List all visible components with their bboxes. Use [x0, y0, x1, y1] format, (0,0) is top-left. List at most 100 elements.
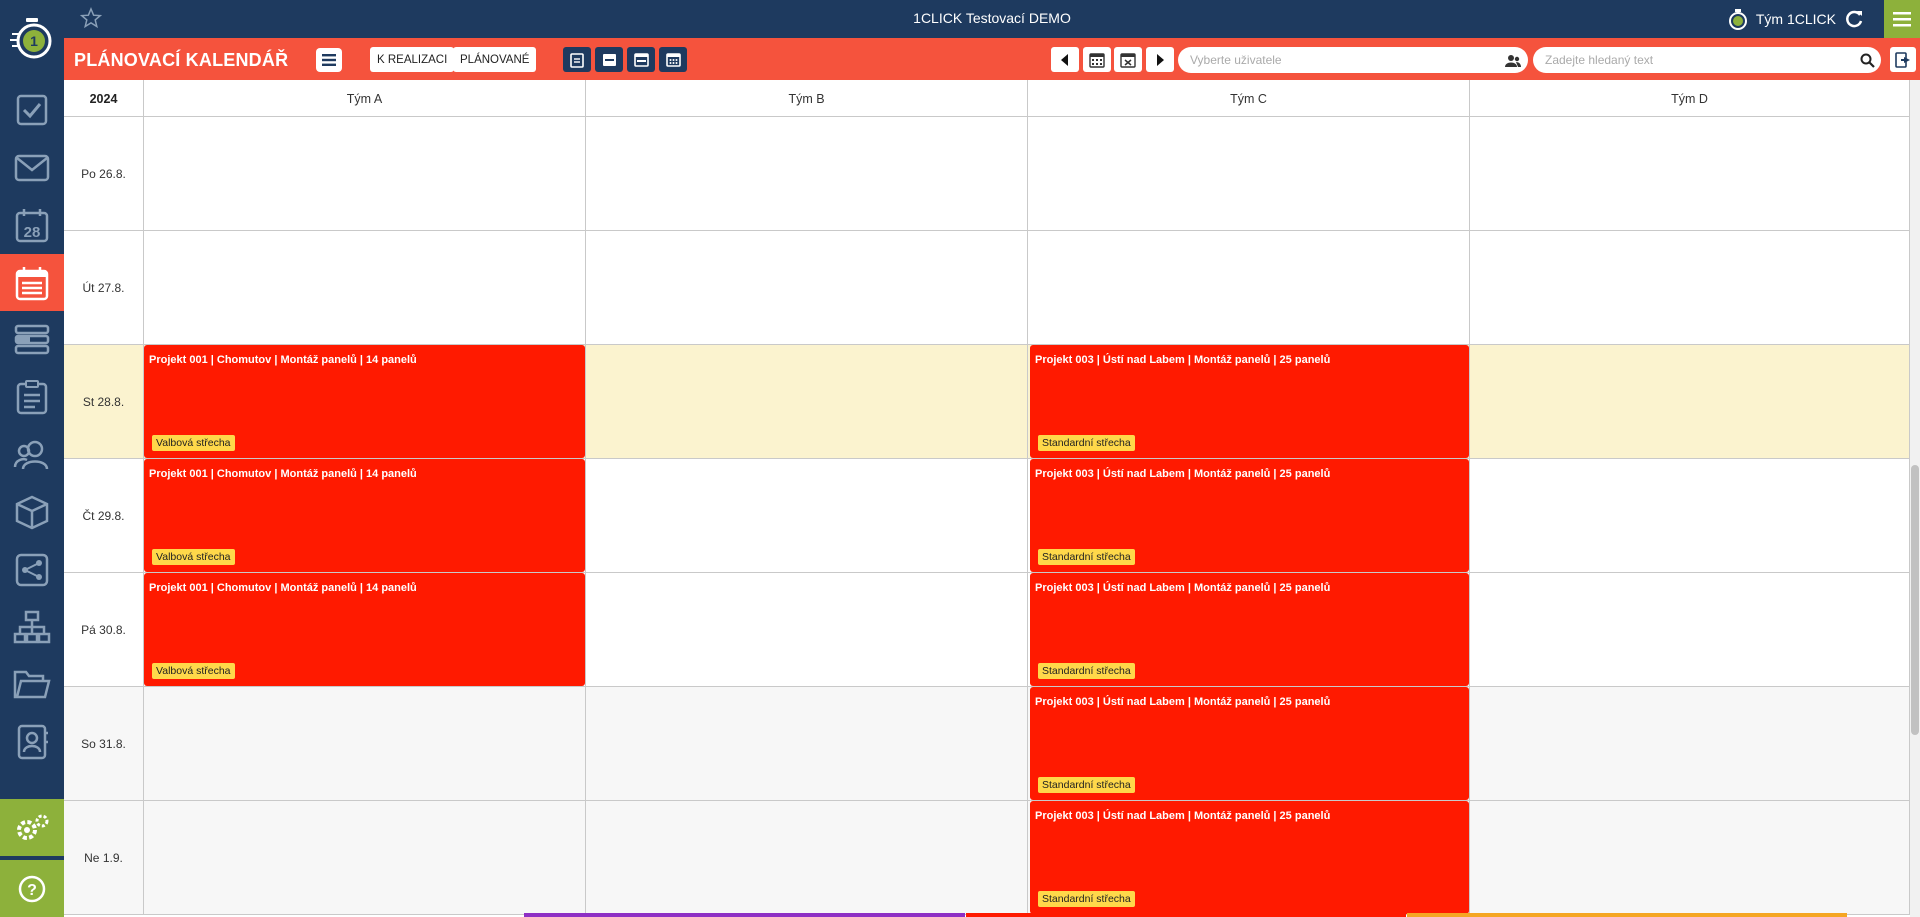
team-name: Tým 1CLICK: [1755, 11, 1836, 27]
previous-button[interactable]: [1051, 47, 1079, 72]
calendar-row: Čt 29.8. Projekt 001 | Chomutov | Montáž…: [64, 459, 1910, 573]
sidebar-item-contacts[interactable]: [0, 713, 64, 770]
event-title: Projekt 001 | Chomutov | Montáž panelů |…: [149, 354, 417, 366]
event-card[interactable]: Projekt 001 | Chomutov | Montáž panelů |…: [144, 345, 585, 458]
calendar-slot[interactable]: [1470, 459, 1910, 572]
calendar-slot[interactable]: [586, 459, 1028, 572]
view-day-button[interactable]: [595, 47, 623, 72]
planning-calendar-grid: 2024 Tým A Tým B Tým C Tým D Po 26.8. Út…: [64, 80, 1910, 917]
users-icon: [13, 440, 49, 469]
calendar-month-icon: [665, 53, 681, 67]
event-card[interactable]: Projekt 003 | Ústí nad Labem | Montáž pa…: [1030, 459, 1469, 572]
view-list-button[interactable]: [563, 47, 591, 72]
calendar-28-icon: 28: [15, 208, 49, 242]
sidebar-settings[interactable]: [0, 799, 64, 856]
calendar-slot[interactable]: [144, 801, 586, 914]
column-header-team-d: Tým D: [1470, 80, 1910, 117]
next-row-event-edge: [966, 913, 1406, 917]
calendar-slot[interactable]: [586, 687, 1028, 800]
event-card[interactable]: Projekt 003 | Ústí nad Labem | Montáž pa…: [1030, 573, 1469, 686]
calendar-header-row: 2024 Tým A Tým B Tým C Tým D: [64, 80, 1910, 117]
day-label: Pá 30.8.: [64, 573, 144, 686]
event-card[interactable]: Projekt 003 | Ústí nad Labem | Montáž pa…: [1030, 345, 1469, 458]
calendar-day-icon: [602, 54, 616, 66]
workflow-icon: [15, 553, 49, 586]
sidebar-item-users[interactable]: [0, 426, 64, 483]
event-tag: Standardní střecha: [1038, 891, 1135, 907]
day-label: So 31.8.: [64, 687, 144, 800]
event-tag: Standardní střecha: [1038, 435, 1135, 451]
vertical-scrollbar[interactable]: [1910, 80, 1920, 917]
planned-button[interactable]: PLÁNOVANÉ: [453, 47, 537, 72]
sidebar-item-mail[interactable]: [0, 139, 64, 196]
user-select-input[interactable]: [1178, 47, 1528, 73]
date-picker-button[interactable]: [1114, 47, 1142, 72]
event-card[interactable]: Projekt 001 | Chomutov | Montáž panelů |…: [144, 459, 585, 572]
team-selector[interactable]: Tým 1CLICK: [1728, 8, 1864, 30]
sidebar-item-products[interactable]: [0, 483, 64, 540]
search-icon[interactable]: [1860, 53, 1875, 73]
calendar-slot[interactable]: [144, 117, 586, 230]
folder-icon: [13, 670, 51, 698]
settings-gears-icon: [17, 814, 49, 840]
export-button[interactable]: [1890, 47, 1916, 72]
svg-text:28: 28: [24, 224, 41, 241]
event-card[interactable]: Projekt 001 | Chomutov | Montáž panelů |…: [144, 573, 585, 686]
sidebar: 1 28 ?: [0, 0, 64, 917]
sidebar-item-lists[interactable]: [0, 311, 64, 368]
calendar-slot[interactable]: [1470, 573, 1910, 686]
calendar-slot[interactable]: [586, 117, 1028, 230]
calendar-slot[interactable]: [144, 687, 586, 800]
app-logo[interactable]: 1: [0, 0, 64, 76]
event-title: Projekt 003 | Ústí nad Labem | Montáž pa…: [1035, 354, 1331, 366]
sidebar-item-calendar[interactable]: 28: [0, 196, 64, 253]
calendar-slot[interactable]: [586, 573, 1028, 686]
sidebar-item-workflow[interactable]: [0, 541, 64, 598]
main-menu-button[interactable]: [1884, 0, 1920, 38]
event-tag: Standardní střecha: [1038, 663, 1135, 679]
users-select-icon[interactable]: [1505, 54, 1521, 72]
event-title: Projekt 003 | Ústí nad Labem | Montáž pa…: [1035, 582, 1331, 594]
sidebar-item-tasks[interactable]: [0, 81, 64, 138]
calendar-slot[interactable]: [144, 231, 586, 344]
planning-calendar-icon: [15, 266, 49, 300]
calendar-row-weekend: Ne 1.9. Projekt 003 | Ústí nad Labem | M…: [64, 801, 1910, 915]
view-week-button[interactable]: [627, 47, 655, 72]
calendar-slot[interactable]: [1470, 345, 1910, 458]
sidebar-help[interactable]: ?: [0, 860, 64, 917]
calendar-slot[interactable]: [586, 801, 1028, 914]
calendar-grid-icon: [1089, 52, 1105, 68]
calendar-slot[interactable]: [586, 345, 1028, 458]
calendar-slot[interactable]: [1028, 231, 1470, 344]
year-label: 2024: [64, 80, 144, 117]
sidebar-item-structure[interactable]: [0, 598, 64, 655]
search-input[interactable]: [1533, 47, 1881, 73]
calendar-slot[interactable]: [1028, 117, 1470, 230]
help-icon: ?: [18, 875, 46, 902]
checkbox-icon: [16, 94, 48, 125]
calendar-slot[interactable]: [586, 231, 1028, 344]
calendar-slot[interactable]: [1470, 117, 1910, 230]
calendar-slot[interactable]: [1470, 801, 1910, 914]
sidebar-item-documents[interactable]: [0, 656, 64, 713]
to-realize-button[interactable]: K REALIZACI: [370, 47, 455, 72]
stopwatch-logo-icon: 1: [10, 18, 52, 59]
hamburger-icon: [1893, 12, 1911, 27]
calendar-row-today: St 28.8. Projekt 001 | Chomutov | Montáž…: [64, 345, 1910, 459]
app-title: 1CLICK Testovací DEMO: [913, 10, 1071, 26]
event-card[interactable]: Projekt 003 | Ústí nad Labem | Montáž pa…: [1030, 687, 1469, 800]
scrollbar-thumb[interactable]: [1911, 465, 1919, 735]
today-button[interactable]: [1083, 47, 1111, 72]
next-button[interactable]: [1146, 47, 1174, 72]
event-card[interactable]: Projekt 003 | Ústí nad Labem | Montáž pa…: [1030, 801, 1469, 914]
sidebar-item-clipboard[interactable]: [0, 368, 64, 425]
event-tag: Standardní střecha: [1038, 549, 1135, 565]
sidebar-item-planning[interactable]: [0, 254, 64, 311]
calendar-row: Po 26.8.: [64, 117, 1910, 231]
refresh-icon[interactable]: [1844, 9, 1864, 29]
event-title: Projekt 003 | Ústí nad Labem | Montáž pa…: [1035, 696, 1331, 708]
view-month-button[interactable]: [659, 47, 687, 72]
list-menu-button[interactable]: [316, 48, 342, 72]
calendar-slot[interactable]: [1470, 231, 1910, 344]
calendar-slot[interactable]: [1470, 687, 1910, 800]
